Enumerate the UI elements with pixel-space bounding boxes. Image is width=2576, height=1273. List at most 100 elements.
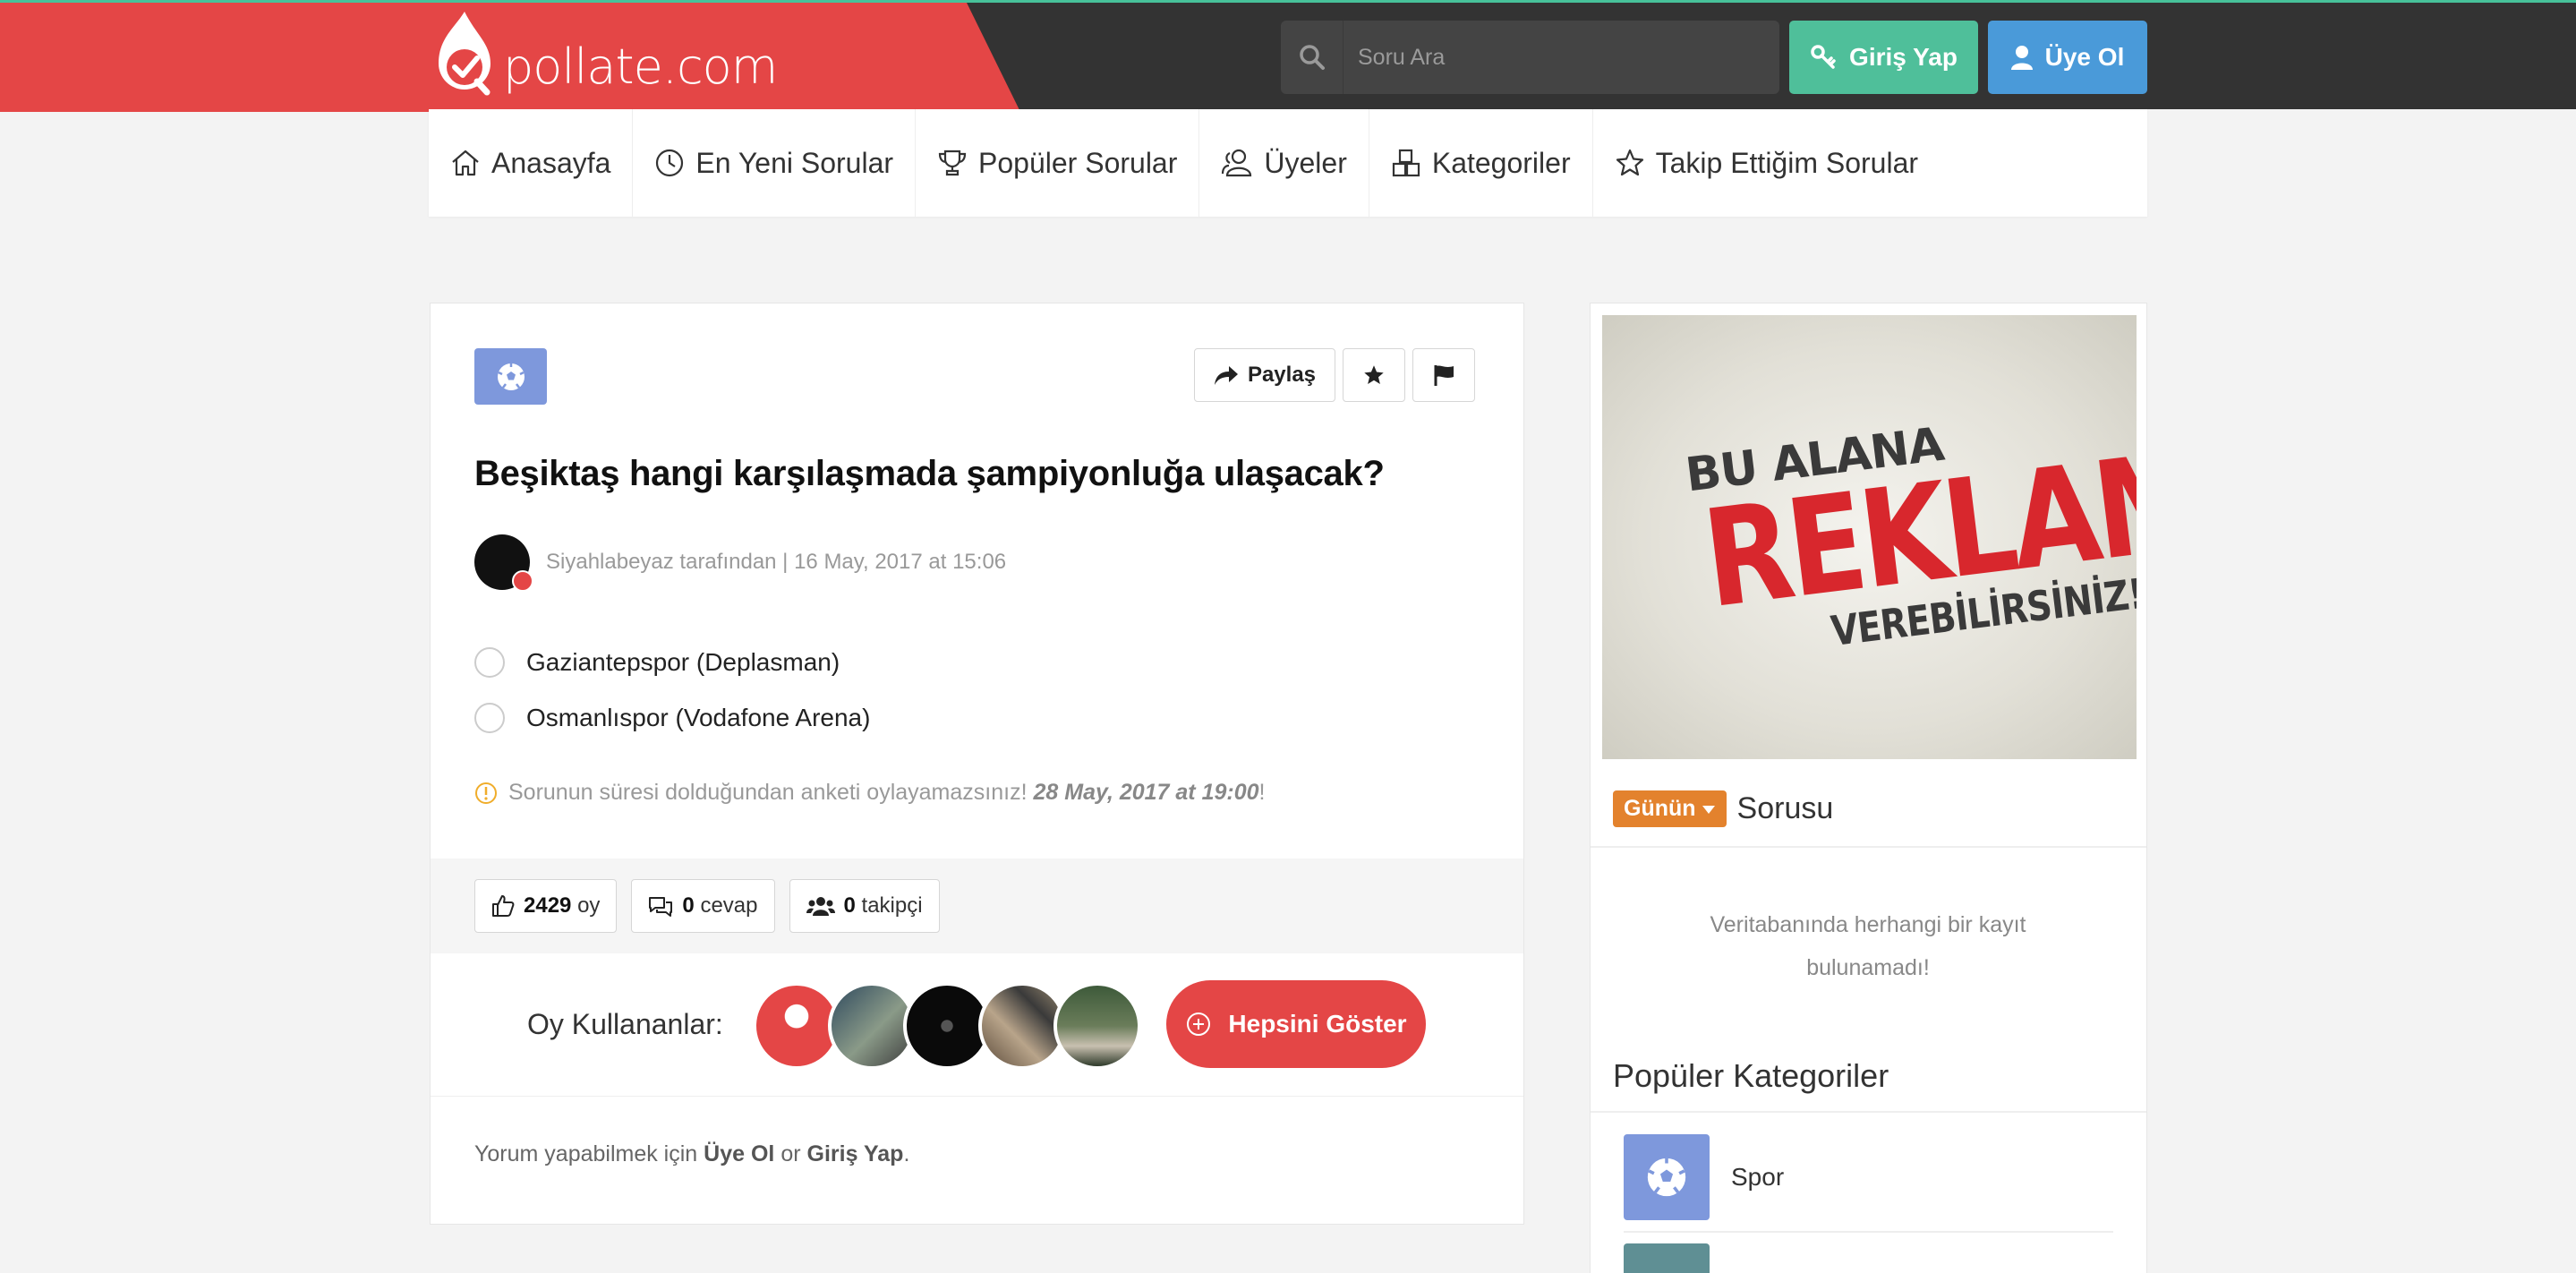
nav-item-members[interactable]: Üyeler	[1199, 109, 1369, 217]
poll-option[interactable]: Gaziantepspor (Deplasman)	[474, 635, 870, 690]
site-logo[interactable]: pollate.com	[428, 8, 778, 107]
sotd-tag-label: Günün	[1624, 796, 1696, 821]
search-input[interactable]	[1343, 44, 1779, 71]
thumbs-up-icon	[492, 895, 515, 917]
author-info: Siyahlabeyaz tarafından | 16 May, 2017 a…	[474, 534, 1006, 592]
sotd-title: Sorusu	[1736, 791, 1834, 825]
comment-prefix: Yorum yapabilmek için	[474, 1141, 698, 1166]
author-meta[interactable]: Siyahlabeyaz tarafından | 16 May, 2017 a…	[546, 550, 1006, 575]
login-label: Giriş Yap	[1849, 43, 1958, 71]
poll-option[interactable]: Osmanlıspor (Vodafone Arena)	[474, 690, 870, 746]
show-all-button[interactable]: Hepsini Göster	[1166, 980, 1426, 1068]
search-box	[1281, 21, 1779, 94]
avatar[interactable]	[474, 534, 533, 592]
nav-label: Üyeler	[1264, 146, 1347, 179]
sidebar: BU ALANA REKLAM VEREBİLİRSİNİZ! Günün So…	[1590, 303, 2147, 1273]
question-card: Paylaş Beşiktaş hangi karşılaşmada şampi…	[430, 303, 1524, 1225]
option-label: Osmanlıspor (Vodafone Arena)	[526, 704, 871, 731]
caret-down-icon	[1702, 805, 1715, 814]
comment-suffix: .	[903, 1141, 910, 1166]
main-nav: Anasayfa En Yeni Sorular Popüler Sorular…	[429, 109, 2147, 217]
star-icon	[1616, 149, 1643, 176]
home-icon	[452, 150, 479, 176]
notice-text: Sorunun süresi dolduğundan anketi oylaya…	[508, 780, 1028, 805]
nav-item-categories[interactable]: Kategoriler	[1369, 109, 1593, 217]
soccer-ball-icon	[1647, 1158, 1686, 1197]
share-label: Paylaş	[1247, 363, 1317, 387]
logo-icon	[439, 12, 490, 96]
voter-avatar[interactable]	[1053, 982, 1141, 1070]
comment-or: or	[780, 1141, 801, 1166]
plus-circle-icon	[1187, 1012, 1211, 1036]
radio-button[interactable]	[474, 703, 505, 733]
trophy-icon	[938, 150, 967, 176]
nav-item-home[interactable]: Anasayfa	[429, 109, 634, 217]
top-header: pollate.com Giriş Yap Üye Ol	[0, 0, 2576, 112]
share-icon	[1214, 366, 1238, 385]
question-title: Beşiktaş hangi karşılaşmada şampiyonluğa…	[474, 454, 1385, 493]
voters-label: Oy Kullananlar:	[527, 1008, 723, 1040]
favorite-button[interactable]	[1343, 348, 1405, 402]
followers-stat[interactable]: 0 takipçi	[789, 879, 940, 933]
comment-login-link[interactable]: Giriş Yap	[807, 1141, 904, 1166]
clock-icon	[656, 149, 684, 177]
nav-item-popular[interactable]: Popüler Sorular	[916, 109, 1200, 217]
avatar-badge	[512, 570, 533, 592]
expired-notice: Sorunun süresi dolduğundan anketi oylaya…	[474, 780, 1265, 806]
signup-label: Üye Ol	[2044, 43, 2125, 71]
search-icon	[1299, 45, 1325, 70]
nav-label: En Yeni Sorular	[695, 146, 894, 179]
show-all-label: Hepsini Göster	[1228, 1010, 1407, 1038]
divider	[1591, 846, 2146, 848]
empty-message: Veritabanında herhangi bir kayıt bulunam…	[1710, 912, 2026, 980]
key-icon	[1811, 45, 1836, 69]
nav-item-followed[interactable]: Takip Ettiğim Sorular	[1593, 109, 1940, 217]
search-button[interactable]	[1281, 21, 1343, 94]
ad-content: BU ALANA REKLAM VEREBİLİRSİNİZ!	[1683, 376, 2137, 671]
group-icon	[806, 897, 835, 916]
divider	[1624, 1231, 2113, 1233]
notice-suffix: !	[1258, 780, 1266, 805]
category-icon	[1624, 1134, 1710, 1220]
warning-icon	[475, 782, 497, 804]
category-item-spor[interactable]: Spor	[1624, 1134, 1784, 1220]
star-icon	[1364, 365, 1384, 384]
signup-button[interactable]: Üye Ol	[1988, 21, 2147, 94]
comments-icon	[649, 897, 673, 917]
divider	[1591, 1111, 2146, 1113]
category-badge[interactable]	[474, 348, 547, 405]
users-icon	[1222, 149, 1252, 177]
user-icon	[2010, 46, 2033, 70]
categories-icon	[1392, 149, 1420, 177]
notice-date: 28 May, 2017 at 19:00	[1033, 780, 1259, 805]
question-of-day-header: Günün Sorusu	[1613, 790, 1833, 827]
share-button[interactable]: Paylaş	[1194, 348, 1335, 402]
comment-signup-link[interactable]: Üye Ol	[704, 1141, 774, 1166]
stats-bar: 2429 oy 0 cevap 0 takipçi	[431, 859, 1523, 953]
ad-banner[interactable]: BU ALANA REKLAM VEREBİLİRSİNİZ!	[1602, 315, 2137, 759]
comment-login-note: Yorum yapabilmek için Üye Ol or Giriş Ya…	[474, 1141, 909, 1167]
nav-item-newest[interactable]: En Yeni Sorular	[633, 109, 917, 217]
category-label: Spor	[1731, 1163, 1785, 1191]
popular-categories-title: Popüler Kategoriler	[1613, 1057, 1889, 1094]
followers-count: 0	[843, 893, 856, 918]
nav-label: Kategoriler	[1431, 146, 1571, 179]
category-item-next[interactable]	[1624, 1243, 1710, 1273]
answers-stat[interactable]: 0 cevap	[631, 879, 775, 933]
answers-count: 0	[682, 893, 695, 918]
flag-icon	[1434, 365, 1454, 386]
report-button[interactable]	[1412, 348, 1475, 402]
login-button[interactable]: Giriş Yap	[1789, 21, 1978, 94]
voter-avatars	[753, 982, 1141, 1070]
voters-section: Oy Kullananlar: Hepsini Göster	[431, 953, 1523, 1097]
followers-label: takipçi	[861, 893, 923, 918]
question-actions: Paylaş	[1194, 348, 1475, 402]
logo-text: pollate.com	[503, 38, 778, 95]
soccer-ball-icon	[497, 363, 525, 390]
poll-options: Gaziantepspor (Deplasman) Osmanlıspor (V…	[474, 635, 870, 746]
votes-stat[interactable]: 2429 oy	[474, 879, 618, 933]
nav-label: Anasayfa	[491, 146, 611, 179]
question-of-day-dropdown[interactable]: Günün	[1613, 790, 1727, 827]
nav-label: Takip Ettiğim Sorular	[1655, 146, 1919, 179]
radio-button[interactable]	[474, 647, 505, 678]
